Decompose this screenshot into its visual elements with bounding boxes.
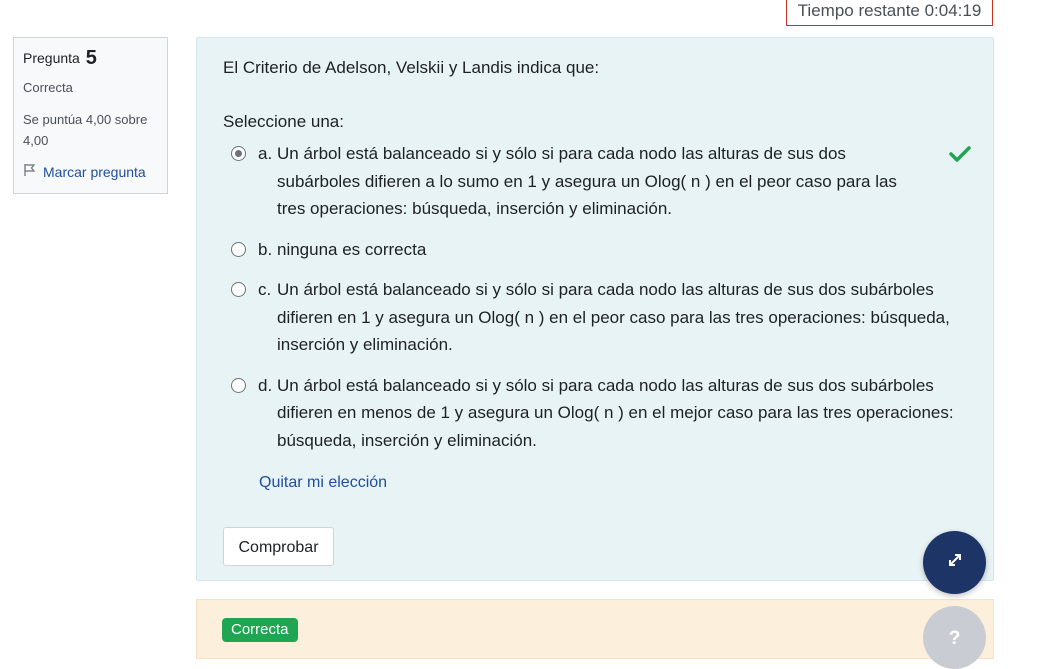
answer-list: a. Un árbol está balanceado si y sólo si…	[231, 140, 971, 467]
question-label: Pregunta	[23, 50, 80, 66]
answer-text: Un árbol está balanceado si y sólo si pa…	[277, 375, 954, 450]
question-grade: Se puntúa 4,00 sobre 4,00	[23, 112, 148, 148]
answer-letter: c.	[258, 280, 272, 299]
answer-letter: a.	[258, 144, 273, 163]
flag-icon	[23, 163, 37, 180]
answer-text: Un árbol está balanceado si y sólo si pa…	[277, 280, 950, 354]
help-button[interactable]: ?	[923, 606, 986, 669]
radio-d[interactable]	[231, 377, 246, 393]
status-badge: Correcta	[222, 618, 298, 642]
answer-option-c[interactable]: c. Un árbol está balanceado si y sólo si…	[231, 276, 971, 359]
flag-question-link[interactable]: Marcar pregunta	[23, 163, 158, 180]
question-number: Pregunta 5	[23, 47, 158, 70]
clear-choice-link[interactable]: Quitar mi elección	[259, 474, 387, 492]
radio-c[interactable]	[231, 282, 246, 297]
question-content: El Criterio de Adelson, Velskii y Landis…	[196, 37, 994, 581]
question-text: El Criterio de Adelson, Velskii y Landis…	[223, 58, 600, 77]
answer-option-b[interactable]: b. ninguna es correcta	[231, 236, 971, 264]
answer-letter: b.	[258, 239, 273, 259]
time-remaining: Tiempo restante 0:04:19	[786, 0, 993, 26]
question-info-panel: Pregunta 5 Correcta Se puntúa 4,00 sobre…	[13, 37, 168, 194]
expand-icon	[945, 550, 965, 575]
check-button[interactable]: Comprobar	[223, 527, 334, 566]
answer-text: Un árbol está balanceado si y sólo si pa…	[277, 144, 897, 218]
flag-question-label: Marcar pregunta	[43, 163, 146, 180]
answer-option-a[interactable]: a. Un árbol está balanceado si y sólo si…	[231, 140, 971, 223]
feedback-panel	[196, 599, 994, 659]
answer-option-d[interactable]: d. Un árbol está balanceado si y sólo si…	[231, 372, 971, 455]
radio-b[interactable]	[231, 241, 246, 257]
expand-button[interactable]	[923, 531, 986, 594]
question-number-value: 5	[85, 47, 97, 69]
answer-letter: d.	[258, 375, 273, 395]
answer-prompt: Seleccione una:	[223, 112, 344, 131]
help-icon: ?	[948, 628, 961, 649]
answer-text: ninguna es correcta	[277, 239, 427, 259]
question-state: Correcta	[23, 80, 73, 95]
check-icon	[949, 144, 971, 164]
radio-a[interactable]	[231, 146, 246, 161]
